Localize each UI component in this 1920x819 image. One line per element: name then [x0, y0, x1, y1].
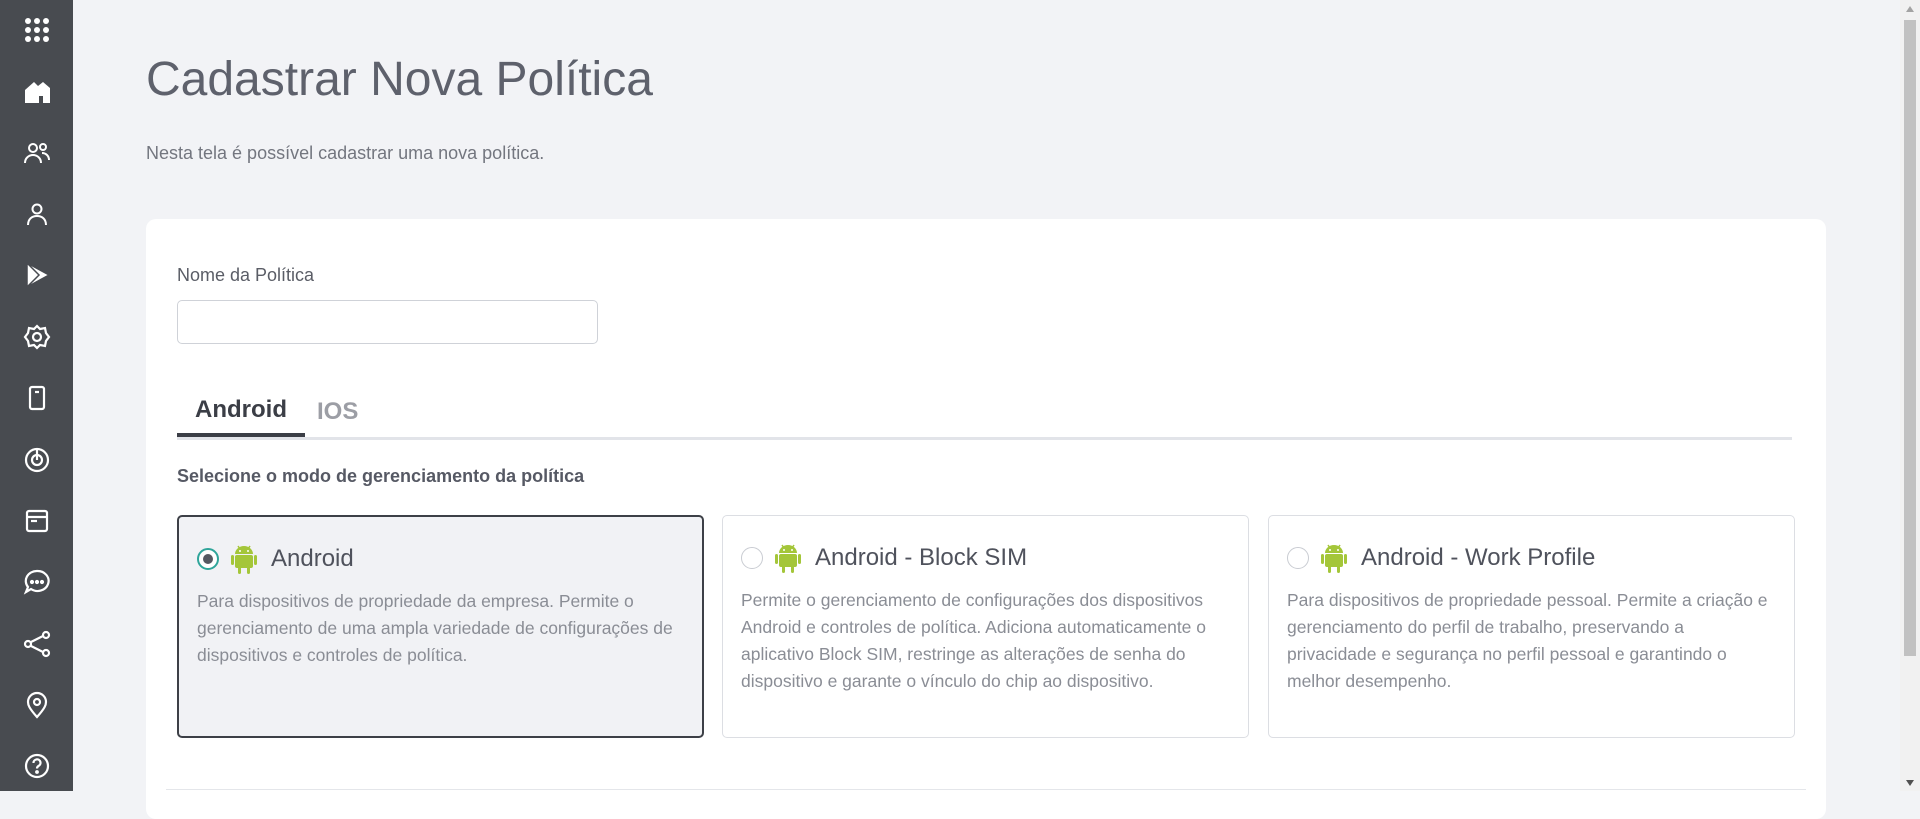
location-icon[interactable] [0, 685, 73, 725]
mode-title: Android [271, 545, 354, 572]
sidebar [0, 0, 73, 791]
user-icon[interactable] [0, 194, 73, 234]
mode-title: Android - Work Profile [1361, 544, 1596, 571]
device-icon[interactable] [0, 378, 73, 418]
page-title: Cadastrar Nova Política [146, 53, 653, 106]
play-store-icon[interactable] [0, 255, 73, 295]
vertical-scrollbar[interactable] [1900, 0, 1920, 791]
scrollbar-thumb[interactable] [1904, 20, 1916, 656]
mode-option-android[interactable]: Android Para dispositivos de propriedade… [177, 515, 704, 738]
help-icon[interactable] [0, 746, 73, 786]
mode-section-label: Selecione o modo de gerenciamento da pol… [177, 466, 585, 486]
radio-android[interactable] [197, 548, 219, 570]
policy-name-input[interactable] [177, 300, 598, 344]
android-icon [775, 544, 801, 573]
radio-android-block-sim[interactable] [741, 547, 763, 569]
policy-form-card: Nome da Política Android IOS Selecione o… [146, 219, 1826, 819]
radar-icon[interactable] [0, 440, 73, 480]
chat-icon[interactable] [0, 562, 73, 602]
mode-option-android-block-sim[interactable]: Android - Block SIM Permite o gerenciame… [722, 515, 1249, 738]
users-icon[interactable] [0, 133, 73, 173]
mode-description: Para dispositivos de propriedade pessoal… [1287, 590, 1768, 691]
apps-grid-icon[interactable] [0, 10, 73, 50]
mode-title: Android - Block SIM [815, 544, 1028, 571]
platform-tabs: Android IOS [177, 387, 1792, 440]
radio-android-work-profile[interactable] [1287, 547, 1309, 569]
settings-icon[interactable] [0, 317, 73, 357]
policy-name-label: Nome da Política [177, 265, 315, 285]
home-icon[interactable] [0, 71, 73, 111]
android-icon [231, 545, 257, 574]
page-subtitle: Nesta tela é possível cadastrar uma nova… [146, 143, 545, 163]
browser-window-icon[interactable] [0, 501, 73, 541]
divider [166, 789, 1806, 790]
android-icon [1321, 544, 1347, 573]
scroll-up-arrow-icon[interactable] [1900, 0, 1920, 17]
scroll-down-arrow-icon[interactable] [1900, 774, 1920, 791]
tab-ios[interactable]: IOS [299, 387, 376, 437]
mode-option-android-work-profile[interactable]: Android - Work Profile Para dispositivos… [1268, 515, 1795, 738]
mode-description: Permite o gerenciamento de configurações… [741, 590, 1207, 691]
mode-description: Para dispositivos de propriedade da empr… [197, 591, 673, 665]
tab-android[interactable]: Android [177, 387, 305, 437]
share-icon[interactable] [0, 624, 73, 664]
